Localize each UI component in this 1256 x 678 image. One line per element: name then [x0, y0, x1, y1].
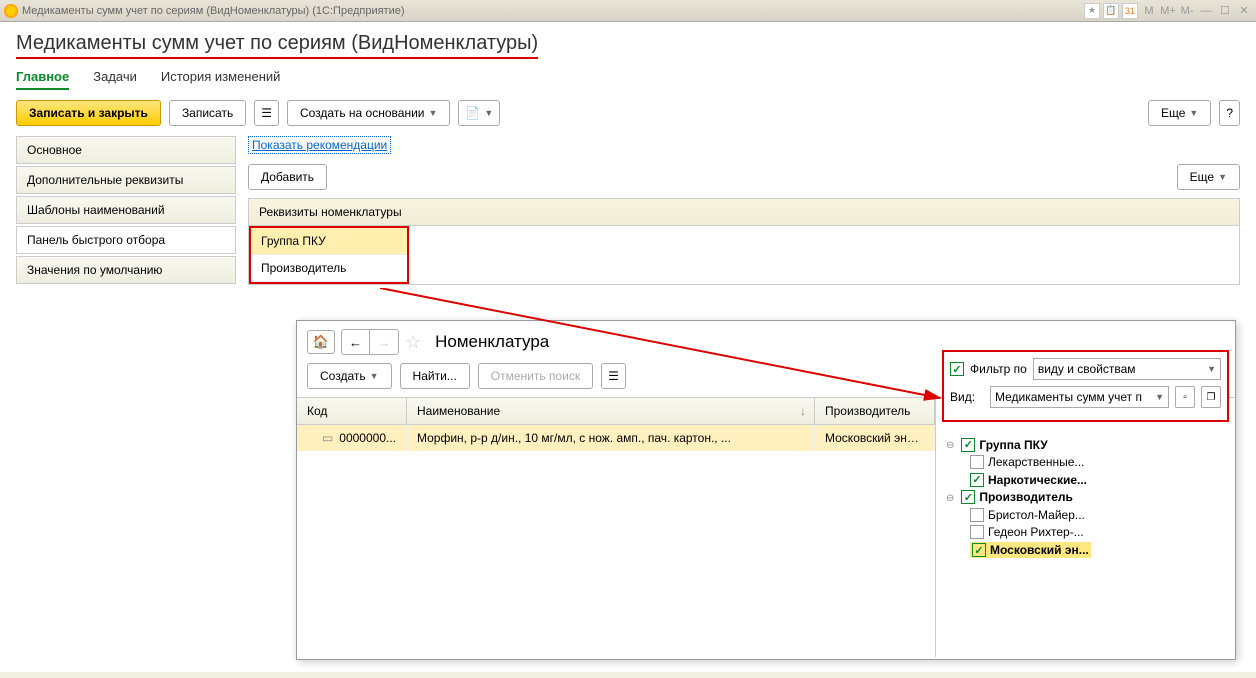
filter-panel: ✓ Фильтр по виду и свойствам▼ Вид: Медик… [935, 397, 1235, 657]
tab-tasks[interactable]: Задачи [93, 65, 137, 90]
table-row[interactable]: ▭0000000... Морфин, р-р д/ин., 10 мг/мл,… [297, 425, 935, 451]
tree-manufacturer[interactable]: ✓Производитель [961, 490, 1073, 504]
sidebar-item-extra[interactable]: Дополнительные реквизиты [16, 166, 236, 194]
toolbar: Записать и закрыть Записать ☰ Создать на… [16, 100, 1240, 126]
check-icon[interactable]: ✓ [970, 508, 984, 522]
item-icon: ▭ [322, 431, 333, 445]
sidebar-item-filter-panel[interactable]: Панель быстрого отбора [16, 226, 236, 254]
tree-medicinal[interactable]: ✓Лекарственные... [970, 455, 1084, 469]
tree-bristol[interactable]: ✓Бристол-Майер... [970, 508, 1085, 522]
tree-group-pku[interactable]: ✓Группа ПКУ [961, 438, 1047, 452]
filter-tree: ⊖ ✓Группа ПКУ ✓Лекарственные... ✓Наркоти… [936, 428, 1235, 567]
requisites-panel: Реквизиты номенклатуры Группа ПКУ Произв… [248, 198, 1240, 285]
tree-gedeon[interactable]: ✓Гедеон Рихтер-... [970, 525, 1084, 539]
check-icon[interactable]: ✓ [961, 438, 975, 452]
memory-mplus-icon[interactable]: M+ [1160, 3, 1176, 19]
sidebar-item-main[interactable]: Основное [16, 136, 236, 164]
ov-table: Код Наименование↓ Производитель ▭0000000… [297, 397, 935, 657]
memory-m-icon[interactable]: M [1141, 3, 1157, 19]
create-based-button[interactable]: Создать на основании▼ [287, 100, 450, 126]
window-controls: ★ 📋 31 M M+ M- — ☐ ✕ [1084, 3, 1252, 19]
check-icon[interactable]: ✓ [970, 525, 984, 539]
filter-by-label: Фильтр по [970, 362, 1027, 376]
check-icon[interactable]: ✓ [961, 490, 975, 504]
check-icon[interactable]: ✓ [970, 473, 984, 487]
tree-moscow[interactable]: ✓Московский эн... [970, 542, 1091, 558]
more-label: Еще [1161, 106, 1185, 120]
req-item-group[interactable]: Группа ПКУ [251, 228, 407, 255]
tab-history[interactable]: История изменений [161, 65, 281, 90]
req-item-manufacturer[interactable]: Производитель [251, 255, 407, 282]
main-tabs: Главное Задачи История изменений [16, 65, 1240, 90]
page-title: Медикаменты сумм учет по сериям (ВидНоме… [16, 32, 538, 59]
cell-name: Морфин, р-р д/ин., 10 мг/мл, с нож. амп.… [407, 425, 815, 451]
requisites-list: Группа ПКУ Производитель [249, 226, 409, 284]
check-icon[interactable]: ✓ [970, 455, 984, 469]
filter-by-value: виду и свойствам [1038, 362, 1136, 376]
ov-create-label: Создать [320, 369, 366, 383]
save-close-button[interactable]: Записать и закрыть [16, 100, 161, 126]
list-icon-button[interactable]: ☰ [254, 100, 279, 126]
tree-toggle[interactable]: ⊖ [946, 493, 958, 504]
report-icon-button[interactable]: 📄▼ [458, 100, 500, 126]
kind-value: Медикаменты сумм учет п [995, 390, 1142, 404]
home-button[interactable]: 🏠 [307, 330, 335, 354]
save-button[interactable]: Записать [169, 100, 246, 126]
sidebar-item-templates[interactable]: Шаблоны наименований [16, 196, 236, 224]
favorites-icon[interactable]: ★ [1084, 3, 1100, 19]
kind-list-button[interactable]: ❐ [1201, 386, 1221, 408]
add-button[interactable]: Добавить [248, 164, 327, 190]
tab-main[interactable]: Главное [16, 65, 69, 90]
kind-open-button[interactable]: ▫ [1175, 386, 1195, 408]
recommendations-link[interactable]: Показать рекомендации [248, 136, 391, 154]
app-icon [4, 4, 18, 18]
calendar-icon[interactable]: 📋 [1103, 3, 1119, 19]
titlebar: Медикаменты сумм учет по сериям (ВидНоме… [0, 0, 1256, 22]
more2-label: Еще [1190, 170, 1214, 184]
tree-toggle[interactable]: ⊖ [946, 440, 958, 451]
maximize-icon[interactable]: ☐ [1217, 3, 1233, 19]
window-title: Медикаменты сумм учет по сериям (ВидНоме… [22, 5, 1084, 17]
minimize-icon[interactable]: — [1198, 3, 1214, 19]
more2-button[interactable]: Еще▼ [1177, 164, 1240, 190]
sidebar-item-defaults[interactable]: Значения по умолчанию [16, 256, 236, 284]
back-button[interactable]: ← [342, 330, 370, 354]
annotation-arrow [380, 288, 960, 418]
filter-by-select[interactable]: виду и свойствам▼ [1033, 358, 1221, 380]
cell-code: ▭0000000... [297, 425, 407, 451]
create-based-label: Создать на основании [300, 106, 425, 120]
close-icon[interactable]: ✕ [1236, 3, 1252, 19]
requisites-header: Реквизиты номенклатуры [249, 199, 1239, 226]
kind-select[interactable]: Медикаменты сумм учет п▼ [990, 386, 1169, 408]
memory-mminus-icon[interactable]: M- [1179, 3, 1195, 19]
tree-narcotic[interactable]: ✓Наркотические... [970, 473, 1087, 487]
cell-prod: Московский эндок [815, 425, 935, 451]
check-icon[interactable]: ✓ [972, 543, 986, 557]
more-button[interactable]: Еще▼ [1148, 100, 1211, 126]
ov-create-button[interactable]: Создать▼ [307, 363, 392, 389]
sidebar: Основное Дополнительные реквизиты Шаблон… [16, 136, 236, 286]
calendar31-icon[interactable]: 31 [1122, 3, 1138, 19]
help-button[interactable]: ? [1219, 100, 1240, 126]
